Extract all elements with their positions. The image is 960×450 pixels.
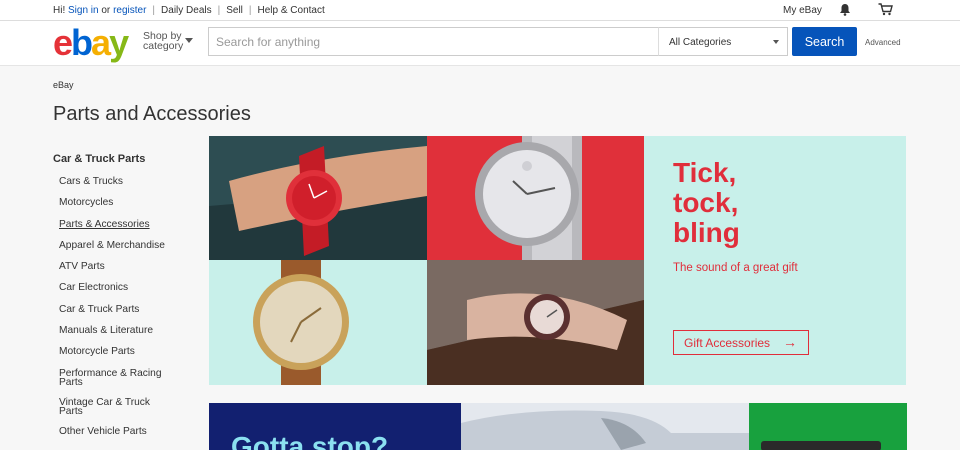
promo-banner-green[interactable] [749, 403, 907, 450]
sidebar-heading[interactable]: Car & Truck Parts [53, 153, 203, 165]
divider: | [152, 5, 156, 16]
header: ebay Shop by category Search for anythin… [0, 21, 960, 66]
category-select[interactable]: All Categories [658, 27, 788, 56]
promo-banner-car[interactable] [461, 403, 749, 450]
sell-link[interactable]: Sell [226, 5, 243, 16]
hero-subline: The sound of a great gift [673, 262, 798, 274]
hero-headline: Tick, tock, bling [673, 157, 740, 248]
my-ebay-link[interactable]: My eBay [783, 5, 822, 16]
greeting-text: Hi! [53, 5, 66, 16]
category-sidebar: Car & Truck Parts Cars & Trucks Motorcyc… [53, 153, 203, 449]
shop-by-category-button[interactable]: Shop by category [143, 31, 193, 52]
sidebar-item-other-vehicle-parts[interactable]: Other Vehicle Parts [53, 427, 203, 437]
daily-deals-link[interactable]: Daily Deals [161, 5, 212, 16]
sidebar-item-car-truck-parts[interactable]: Car & Truck Parts [53, 304, 203, 315]
chevron-down-icon [773, 40, 779, 44]
help-contact-link[interactable]: Help & Contact [258, 5, 325, 16]
sidebar-item-vintage-car-truck-parts[interactable]: Vintage Car & Truck Parts [53, 397, 153, 416]
hero-image-gold-watch [209, 260, 427, 385]
sidebar-list: Cars & Trucks Motorcycles Parts & Access… [53, 176, 203, 437]
arrow-right-icon: → [783, 334, 797, 350]
divider: | [248, 5, 252, 16]
sidebar-item-apparel-merchandise[interactable]: Apparel & Merchandise [53, 240, 203, 251]
category-label: category [143, 40, 184, 52]
register-link[interactable]: register [113, 5, 146, 16]
category-select-value: All Categories [669, 37, 732, 48]
hero-image-silver-watch [427, 136, 644, 260]
gift-accessories-button[interactable]: Gift Accessories → [673, 330, 809, 355]
sign-in-link[interactable]: Sign in [68, 5, 99, 16]
chevron-down-icon [185, 38, 193, 43]
promo-blue-text: Gotta stop? [231, 431, 389, 450]
advanced-search-link[interactable]: Advanced [865, 38, 901, 47]
search-input[interactable]: Search for anything [208, 27, 659, 56]
cart-icon[interactable] [878, 3, 893, 16]
page-title: Parts and Accessories [53, 103, 251, 125]
sidebar-item-cars-trucks[interactable]: Cars & Trucks [53, 176, 203, 187]
top-bar: Hi! Sign in or register | Daily Deals | … [0, 0, 960, 21]
search-button[interactable]: Search [792, 27, 857, 56]
sidebar-item-atv-parts[interactable]: ATV Parts [53, 262, 203, 272]
sidebar-item-motorcycle-parts[interactable]: Motorcycle Parts [53, 347, 203, 357]
sidebar-item-parts-accessories[interactable]: Parts & Accessories [53, 219, 203, 230]
sidebar-item-manuals-literature[interactable]: Manuals & Literature [53, 325, 203, 336]
top-bar-right: My eBay [783, 3, 893, 16]
gift-accessories-label: Gift Accessories [684, 335, 771, 350]
hero-text-panel: Tick, tock, bling The sound of a great g… [644, 136, 906, 385]
hero-image-rose-watch [427, 260, 644, 385]
divider: | [217, 5, 221, 16]
top-bar-left: Hi! Sign in or register | Daily Deals | … [53, 5, 325, 16]
hero-banner[interactable]: Tick, tock, bling The sound of a great g… [209, 136, 906, 385]
breadcrumb[interactable]: eBay [53, 80, 74, 90]
or-text: or [101, 5, 111, 16]
sidebar-item-motorcycles[interactable]: Motorcycles [53, 198, 203, 208]
ebay-logo[interactable]: ebay [53, 25, 129, 61]
bell-icon[interactable] [839, 3, 851, 16]
sidebar-item-car-electronics[interactable]: Car Electronics [53, 283, 203, 293]
promo-banner-blue[interactable]: Gotta stop? [209, 403, 461, 450]
sidebar-item-performance-racing-parts[interactable]: Performance & Racing Parts [53, 368, 163, 387]
hero-image-red-watch [209, 136, 427, 260]
